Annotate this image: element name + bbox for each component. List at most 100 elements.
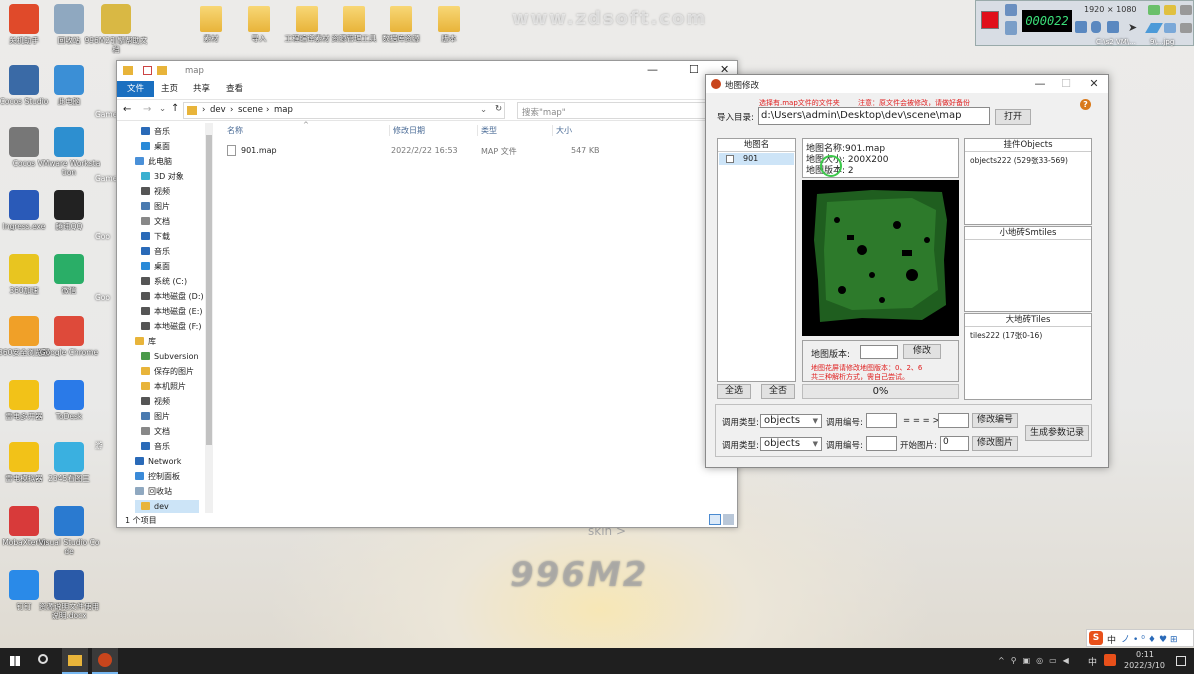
back-button[interactable]: ← <box>123 104 131 115</box>
select-none-button[interactable]: 全否 <box>761 384 795 399</box>
type-select-2[interactable]: objects ▼ <box>760 437 822 451</box>
checkbox-icon[interactable] <box>143 66 152 75</box>
clock-date[interactable]: 2022/3/10 <box>1124 661 1165 670</box>
tray-sogou-icon[interactable] <box>1104 654 1116 666</box>
desktop-icon[interactable]: 微信 <box>37 254 101 295</box>
record-button[interactable] <box>981 11 999 29</box>
column-type[interactable]: 类型 <box>477 125 497 136</box>
version-input[interactable] <box>860 345 898 359</box>
recent-dropdown-icon[interactable]: ⌄ <box>159 104 166 114</box>
sidebar-item[interactable]: 3D 对象 <box>141 170 184 184</box>
forward-button[interactable]: → <box>143 104 151 115</box>
notification-icon[interactable] <box>1176 656 1186 666</box>
tray-ime[interactable]: 中 <box>1088 655 1097 668</box>
cursor-icon[interactable]: ➤ <box>1128 21 1138 34</box>
sidebar-item[interactable]: 下载 <box>141 230 170 244</box>
sidebar-item[interactable]: 视频 <box>141 395 170 409</box>
sidebar-scroll-thumb[interactable] <box>206 135 212 445</box>
modify-version-button[interactable]: 修改 <box>903 344 941 359</box>
desktop-folder[interactable]: 版本 <box>417 6 481 43</box>
sidebar-item[interactable]: 文档 <box>141 425 170 439</box>
map-list[interactable]: 地图名 901 <box>717 138 796 382</box>
close-button[interactable]: ✕ <box>1080 75 1108 93</box>
minimize-button[interactable]: — <box>647 63 658 76</box>
sidebar-item[interactable]: 本地磁盘 (F:) <box>141 320 201 334</box>
toolbar-icon-2[interactable] <box>1164 5 1176 15</box>
toolbar-icon-4[interactable] <box>1180 5 1192 15</box>
desktop-icon[interactable]: 2345看图王 <box>37 442 101 483</box>
breadcrumb-scene[interactable]: scene <box>238 105 263 115</box>
column-name[interactable]: 名称 <box>227 125 243 136</box>
num-input-2[interactable] <box>866 436 897 451</box>
modify-image-button[interactable]: 修改图片 <box>972 436 1018 451</box>
list-item[interactable]: 901 <box>719 153 794 165</box>
type-select-1[interactable]: objects ▼ <box>760 414 822 428</box>
taskbar-map-editor[interactable] <box>92 648 118 674</box>
toolbar-icon-1[interactable] <box>1148 5 1160 15</box>
speaker-icon[interactable] <box>1075 21 1087 33</box>
import-path-field[interactable]: d:\Users\admin\Desktop\dev\scene\map <box>758 107 990 125</box>
clock-time[interactable]: 0:11 <box>1136 650 1154 659</box>
sidebar-item[interactable]: Subversion <box>141 350 199 364</box>
tab-share[interactable]: 共享 <box>187 81 216 97</box>
breadcrumb-dev[interactable]: dev <box>210 105 226 115</box>
tab-view[interactable]: 查看 <box>220 81 249 97</box>
pen-icon[interactable] <box>1145 23 1163 33</box>
desktop-icon[interactable]: VMware Workstation <box>37 127 101 177</box>
maximize-button[interactable]: ☐ <box>1052 75 1080 93</box>
search-icon[interactable] <box>38 654 48 664</box>
taskbar-explorer[interactable] <box>62 648 88 674</box>
num-input-1[interactable] <box>866 413 897 428</box>
start-image-input[interactable]: 0 <box>940 436 969 451</box>
column-size[interactable]: 大小 <box>552 125 572 136</box>
up-button[interactable]: ↑ <box>171 103 179 114</box>
sidebar-item[interactable]: 本机照片 <box>141 380 186 394</box>
breadcrumb-map[interactable]: map <box>274 105 293 115</box>
sidebar-item[interactable]: 库 <box>135 335 156 349</box>
desktop-icon[interactable]: 996M2引擎帮助文档 <box>84 4 148 54</box>
desktop-icon[interactable]: 腾讯QQ <box>37 190 101 231</box>
desktop-icon[interactable]: Google Chrome <box>37 316 101 357</box>
camera-icon[interactable] <box>1005 4 1017 16</box>
toolbar-icon-3[interactable] <box>1164 23 1176 33</box>
minimize-button[interactable]: — <box>1026 75 1054 93</box>
refresh-button[interactable]: ↻ <box>495 104 502 114</box>
modify-number-button[interactable]: 修改编号 <box>972 413 1018 428</box>
sidebar-item[interactable]: Network <box>135 455 181 469</box>
sidebar-item[interactable]: 回收站 <box>135 485 172 499</box>
windows-start-icon[interactable] <box>10 656 20 666</box>
sidebar-item[interactable]: 系统 (C:) <box>141 275 187 289</box>
desktop-icon[interactable]: 此电脑 <box>37 65 101 106</box>
address-dropdown-icon[interactable]: ⌄ <box>480 105 487 115</box>
tray-icons[interactable]: ^⚲▣◎▭◀ <box>998 656 1075 665</box>
table-row[interactable]: 901.map 2022/2/22 16:53 MAP 文件 547 KB <box>217 143 717 159</box>
target-input[interactable] <box>938 413 969 428</box>
sidebar-item[interactable]: 音乐 <box>141 245 170 259</box>
sidebar-item[interactable]: 文档 <box>141 215 170 229</box>
tab-home[interactable]: 主页 <box>155 81 184 97</box>
generate-params-button[interactable]: 生成参数记录 <box>1025 425 1089 441</box>
sidebar-scrollbar[interactable] <box>205 123 213 513</box>
sidebar-item[interactable]: 音乐 <box>141 125 170 139</box>
sidebar-item[interactable]: 控制面板 <box>135 470 180 484</box>
webcam-icon[interactable] <box>1107 21 1119 33</box>
sidebar-item[interactable]: 本地磁盘 (E:) <box>141 305 203 319</box>
mic-icon[interactable] <box>1091 21 1101 33</box>
open-button[interactable]: 打开 <box>995 109 1031 125</box>
help-icon[interactable]: ? <box>1080 99 1091 110</box>
desktop-icon[interactable]: ToDesk <box>37 380 101 421</box>
toolbar-icon-5[interactable] <box>1180 23 1192 33</box>
select-all-button[interactable]: 全选 <box>717 384 751 399</box>
sidebar-item[interactable]: 此电脑 <box>135 155 172 169</box>
column-date[interactable]: 修改日期 <box>389 125 425 136</box>
tab-file[interactable]: 文件 <box>117 81 155 97</box>
search-input[interactable]: 搜索"map" <box>517 102 733 119</box>
sidebar-item[interactable]: 音乐 <box>141 440 170 454</box>
sidebar-item[interactable]: dev <box>135 500 199 513</box>
pause-button[interactable] <box>1005 21 1017 35</box>
large-icons-view-icon[interactable] <box>723 514 734 525</box>
address-bar[interactable]: › dev › scene › map ⌄ <box>183 102 505 119</box>
tiles-item[interactable]: tiles222 (17张0-16) <box>970 330 1042 341</box>
desktop-icon[interactable]: 资源说明文件使用说明.docx <box>37 570 101 620</box>
sidebar-item[interactable]: 桌面 <box>141 260 170 274</box>
